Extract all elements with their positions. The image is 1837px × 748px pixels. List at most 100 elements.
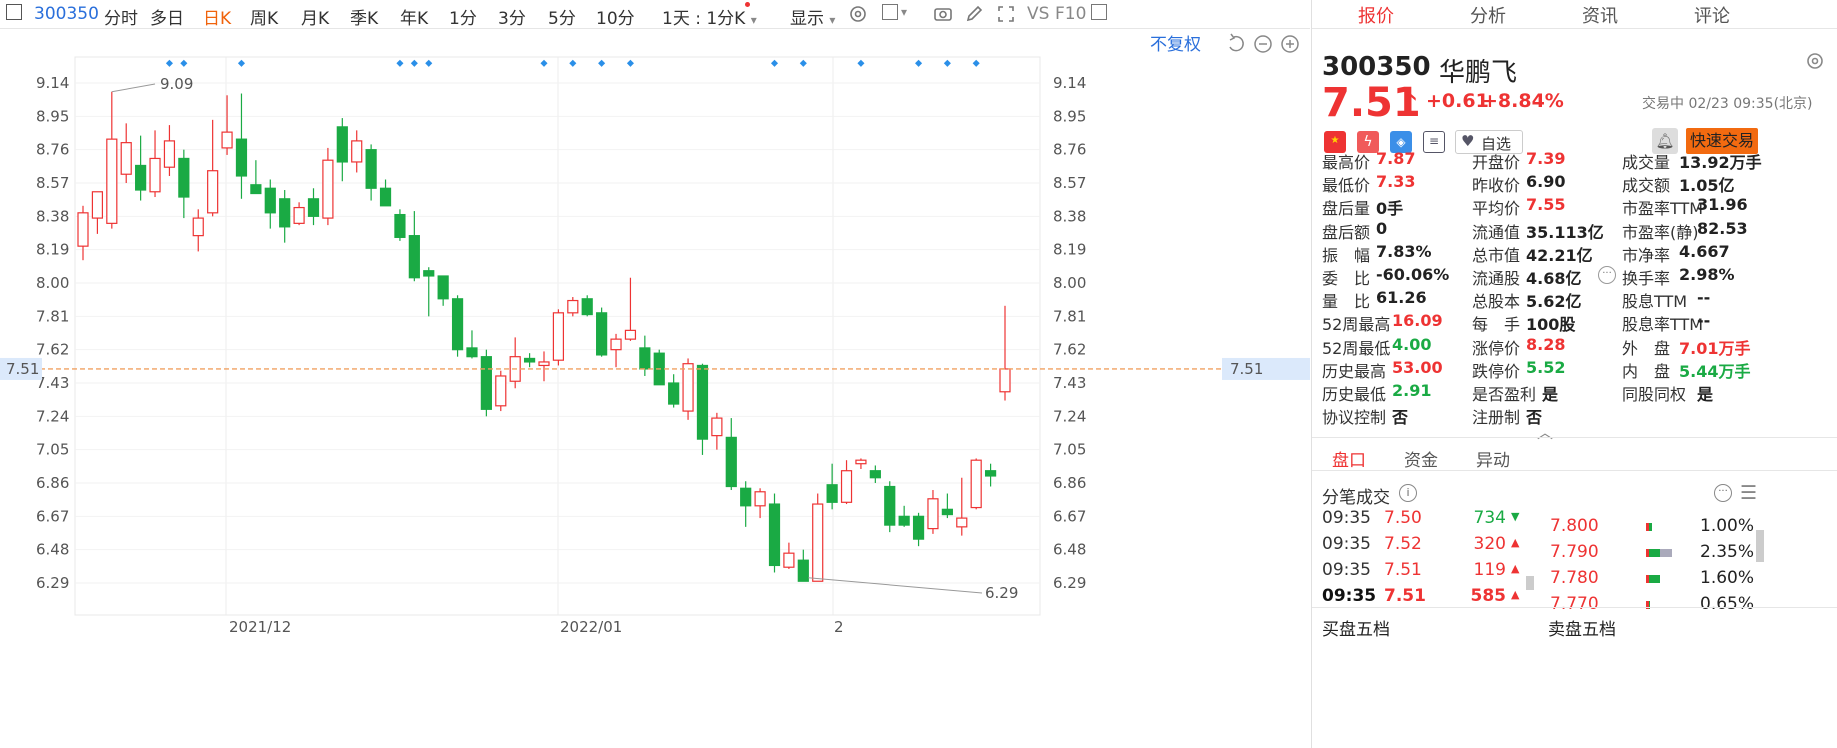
candle-body-14 [279,198,291,228]
y-tick-right-10: 7.24 [1053,407,1086,425]
candle-body-54 [855,459,867,465]
field-label-1: 开盘价 [1472,153,1521,172]
current-price-tag-left: 7.51 [6,360,39,378]
quote-panel: 报价 分析 资讯 评论 300350 华鹏飞 7.51 🡑 +0.61 +8.84% … [1311,0,1837,748]
trades-scrollbar[interactable] [1526,576,1534,590]
sub-tab-2[interactable]: 异动 [1476,446,1510,471]
toolbar-code: 300350 [34,4,99,24]
candle-26 [451,295,464,357]
field-value-12: 7.83% [1376,241,1432,261]
sub-tab-1[interactable]: 资金 [1404,446,1438,471]
settings-icon[interactable] [1804,50,1826,72]
f10-button[interactable]: F10 [1055,4,1086,24]
display-menu[interactable]: 显示 ▾ [790,4,835,29]
field-label-29: 内 盘 [1622,361,1671,381]
y-tick-left-1: 8.95 [36,107,69,125]
candle-body-47 [754,491,766,507]
y-tick-left-13: 6.67 [36,507,69,525]
candle-body-61 [956,517,968,528]
period-tab-3[interactable]: 周K [250,4,278,29]
zoom-out-icon[interactable] [1254,35,1272,53]
candle-body-0 [77,212,89,247]
period-tab-5[interactable]: 季K [350,4,378,29]
panel-toggle-icon[interactable] [6,4,22,20]
event-marker-12 [857,59,865,67]
period-tab-2[interactable]: 日K [203,4,231,29]
undo-icon[interactable] [1229,33,1244,52]
candle-body-29 [495,375,507,407]
candle-15 [293,202,305,226]
period-tab-0[interactable]: 分时 [104,4,138,29]
settings-icon[interactable] [847,3,869,25]
period-tab-4[interactable]: 月K [301,4,329,29]
dist-scrollbar[interactable] [1756,530,1764,562]
y-tick-left-15: 6.29 [36,574,69,592]
field-label-17: 换手率 [1622,269,1671,288]
kline-chart[interactable]: 9.14 8.95 8.76 8.57 8.38 8.19 8.00 7.81 7.62 7.43… [0,30,1310,748]
candle-55 [869,465,881,483]
y-tick-left-11: 7.05 [36,441,69,459]
y-tick-right-0: 9.14 [1053,74,1086,92]
period-tab-8[interactable]: 3分 [498,4,526,29]
list-icon[interactable]: ☰ [1740,482,1757,504]
period-tab-9[interactable]: 5分 [548,4,576,29]
field-label-24: 52周最低 [1322,338,1391,358]
y-tick-left-3: 8.57 [36,174,69,192]
candle-body-19 [351,140,363,163]
more-icon[interactable]: ··· [1598,266,1616,284]
square-checkbox-icon[interactable] [882,4,898,20]
candle-64 [999,305,1011,401]
candle-9 [207,119,219,217]
candle-body-38 [624,329,637,340]
field-label-16: 流通股 [1472,269,1521,288]
event-marker-6 [540,59,548,67]
dist-pct-3: 0.65% [1700,594,1755,614]
candle-56 [884,481,896,533]
candle-body-7 [178,157,190,198]
candle-51 [812,493,824,582]
event-marker-9 [626,59,634,67]
field-value-18: 61.26 [1376,288,1427,308]
field-value-23: -- [1697,311,1711,331]
field-value-21: 16.09 [1392,311,1443,331]
trade-price-2: 7.51 [1384,560,1422,580]
arrow-up-icon: ▲ [1511,536,1520,549]
period-tab-1[interactable]: 多日 [150,4,184,29]
period-tab-6[interactable]: 年K [400,4,428,29]
camera-icon[interactable] [932,3,954,25]
panel-tab-1[interactable]: 分析 [1424,2,1552,28]
candle-body-52 [826,484,838,503]
period-tab-10[interactable]: 10分 [596,4,635,29]
interval-select[interactable]: 1天 : 1分K ▾ [662,4,757,29]
candle-50 [797,549,809,582]
pen-icon[interactable] [963,3,985,25]
y-tick-right-6: 8.00 [1053,274,1086,292]
candle-body-12 [250,184,262,195]
candle-0 [77,205,89,261]
panel-tab-3[interactable]: 评论 [1648,2,1776,28]
field-value-25: 8.28 [1526,334,1566,354]
fullscreen-icon[interactable] [995,3,1017,25]
candle-29 [495,370,507,412]
y-tick-right-3: 8.57 [1053,174,1086,192]
info-icon[interactable]: i [1399,484,1417,502]
trade-volume-2: 119 [1473,560,1506,580]
vs-button[interactable]: VS [1027,4,1049,24]
chevron-down-icon: ▾ [750,13,757,27]
collapse-up-icon[interactable]: ︿ [1537,419,1553,443]
candle-57 [898,505,910,527]
y-tick-right-13: 6.67 [1053,507,1086,525]
panel-tab-0[interactable]: 报价 [1312,2,1440,28]
period-tab-7[interactable]: 1分 [449,4,477,29]
candle-body-9 [207,170,219,214]
candle-40 [653,349,665,386]
collapse-icon[interactable] [1091,4,1107,20]
sub-tab-0[interactable]: 盘口 [1332,446,1366,471]
zoom-in-icon[interactable] [1281,35,1299,53]
event-marker-0 [165,59,173,67]
chevron-down-icon[interactable]: ▾ [901,5,907,19]
event-marker-11 [799,59,807,67]
panel-tab-2[interactable]: 资讯 [1536,2,1664,28]
candle-5 [149,130,161,198]
more-icon[interactable]: ··· [1714,484,1732,502]
